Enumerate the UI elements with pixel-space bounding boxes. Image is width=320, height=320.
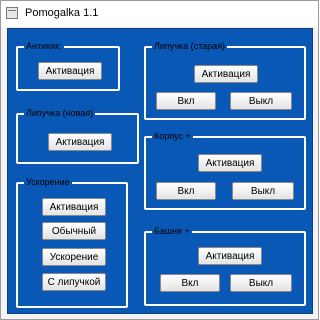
- lipuchka-old-activate-button[interactable]: Активация: [194, 65, 258, 83]
- group-label-bashnya: Башня +: [152, 225, 192, 237]
- group-label-uskorenie: Ускорение: [24, 176, 72, 188]
- group-label-antikik: Антикик:: [24, 40, 64, 52]
- group-antikik: Антикик: Активация: [16, 40, 120, 91]
- lipuchka-old-on-button[interactable]: Вкл: [156, 92, 216, 110]
- korpus-off-button[interactable]: Выкл: [232, 182, 294, 200]
- group-bashnya: Башня + Активация Вкл Выкл: [144, 225, 306, 306]
- app-window: Pomogalka 1.1 Антикик: Активация Липучка…: [0, 0, 319, 320]
- lipuchka-old-off-button[interactable]: Выкл: [230, 92, 292, 110]
- group-uskorenie: Ускорение Активация Обычный Ускорение С …: [16, 176, 128, 308]
- title-bar[interactable]: Pomogalka 1.1: [1, 1, 318, 27]
- uskorenie-activate-button[interactable]: Активация: [42, 198, 106, 216]
- uskorenie-accel-button[interactable]: Ускорение: [42, 248, 106, 266]
- group-lipuchka-new: Липучка (новая) Активация: [16, 107, 139, 164]
- client-area: Антикик: Активация Липучка (старая) Акти…: [7, 28, 313, 314]
- window-title: Pomogalka 1.1: [25, 7, 99, 19]
- group-lipuchka-old: Липучка (старая) Активация Вкл Выкл: [144, 40, 306, 120]
- korpus-on-button[interactable]: Вкл: [156, 182, 216, 200]
- uskorenie-sticky-button[interactable]: С липучкой: [42, 273, 106, 291]
- bashnya-activate-button[interactable]: Активация: [198, 247, 262, 265]
- korpus-activate-button[interactable]: Активация: [198, 154, 262, 172]
- window-icon: [6, 7, 18, 19]
- group-label-korpus: Корпус +: [152, 130, 193, 142]
- group-label-lipuchka-new: Липучка (новая): [24, 107, 96, 119]
- lipuchka-new-activate-button[interactable]: Активация: [48, 133, 112, 151]
- bashnya-on-button[interactable]: Вкл: [160, 274, 220, 292]
- uskorenie-normal-button[interactable]: Обычный: [42, 222, 106, 240]
- bashnya-off-button[interactable]: Выкл: [230, 274, 292, 292]
- antikik-activate-button[interactable]: Активация: [38, 62, 102, 80]
- group-label-lipuchka-old: Липучка (старая): [152, 40, 228, 52]
- group-korpus: Корпус + Активация Вкл Выкл: [144, 130, 306, 210]
